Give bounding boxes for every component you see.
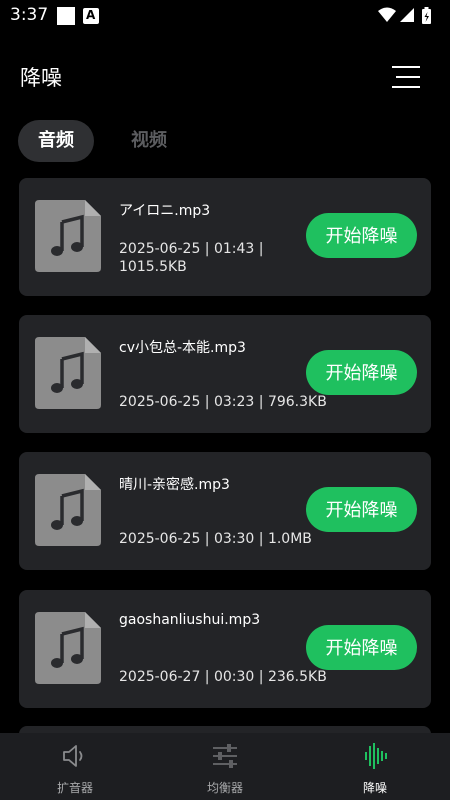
start-denoise-button[interactable]: 开始降噪: [306, 213, 417, 258]
app-header: 降噪: [0, 52, 450, 104]
start-denoise-button[interactable]: 开始降噪: [306, 487, 417, 532]
music-file-icon: [35, 612, 101, 684]
status-bar: 3:37: [0, 0, 450, 32]
start-denoise-button[interactable]: 开始降噪: [306, 350, 417, 395]
nav-label: 扩音器: [56, 781, 93, 795]
file-name: gaoshanliushui.mp3: [119, 612, 261, 628]
music-file-icon: [35, 200, 101, 272]
music-file-icon: [35, 474, 101, 546]
waveform-icon: [365, 743, 387, 769]
menu-line: [392, 66, 420, 68]
audio-file-card[interactable]: cv小包总-本能.mp3 2025-06-25 | 03:23 | 796.3K…: [19, 315, 431, 433]
file-meta-line: 1015.5KB: [119, 259, 187, 275]
app-notification-icon: [83, 8, 99, 24]
nav-label: 均衡器: [206, 781, 243, 795]
notification-square-icon: [57, 7, 75, 25]
menu-line: [392, 86, 420, 88]
wifi-icon: [378, 7, 396, 22]
status-icons: [378, 7, 431, 24]
file-meta: 2025-06-25 | 01:43 | 1015.5KB: [119, 240, 269, 276]
bottom-navigation: 扩音器 均衡器 降噪: [0, 733, 450, 800]
menu-line: [396, 76, 420, 78]
status-time: 3:37: [10, 5, 49, 25]
file-name: cv小包总-本能.mp3: [119, 340, 246, 356]
speaker-icon: [63, 745, 83, 767]
file-meta: 2025-06-27 | 00:30 | 236.5KB: [119, 669, 327, 685]
equalizer-icon: [213, 744, 237, 768]
nav-label: 降噪: [362, 781, 387, 795]
battery-icon: [422, 7, 431, 24]
file-meta: 2025-06-25 | 03:23 | 796.3KB: [119, 394, 327, 410]
signal-icon: [400, 8, 414, 22]
menu-button[interactable]: [392, 64, 422, 90]
audio-file-card[interactable]: アイロニ.mp3 2025-06-25 | 01:43 | 1015.5KB 开…: [19, 178, 431, 296]
start-denoise-button[interactable]: 开始降噪: [306, 625, 417, 670]
tab-audio[interactable]: 音频: [18, 120, 94, 162]
page-title: 降噪: [20, 66, 62, 90]
file-name: アイロニ.mp3: [119, 203, 211, 219]
nav-item-amplifier[interactable]: 扩音器: [0, 733, 150, 800]
file-meta-line: 2025-06-25 | 01:43 |: [119, 241, 264, 257]
nav-item-denoise[interactable]: 降噪: [300, 733, 450, 800]
audio-file-card[interactable]: gaoshanliushui.mp3 2025-06-27 | 00:30 | …: [19, 590, 431, 708]
music-file-icon: [35, 337, 101, 409]
audio-file-card[interactable]: 晴川-亲密感.mp3 2025-06-25 | 03:30 | 1.0MB 开始…: [19, 452, 431, 570]
tab-video[interactable]: 视频: [116, 120, 182, 162]
nav-item-equalizer[interactable]: 均衡器: [150, 733, 300, 800]
file-meta: 2025-06-25 | 03:30 | 1.0MB: [119, 531, 312, 547]
file-name: 晴川-亲密感.mp3: [119, 477, 230, 493]
